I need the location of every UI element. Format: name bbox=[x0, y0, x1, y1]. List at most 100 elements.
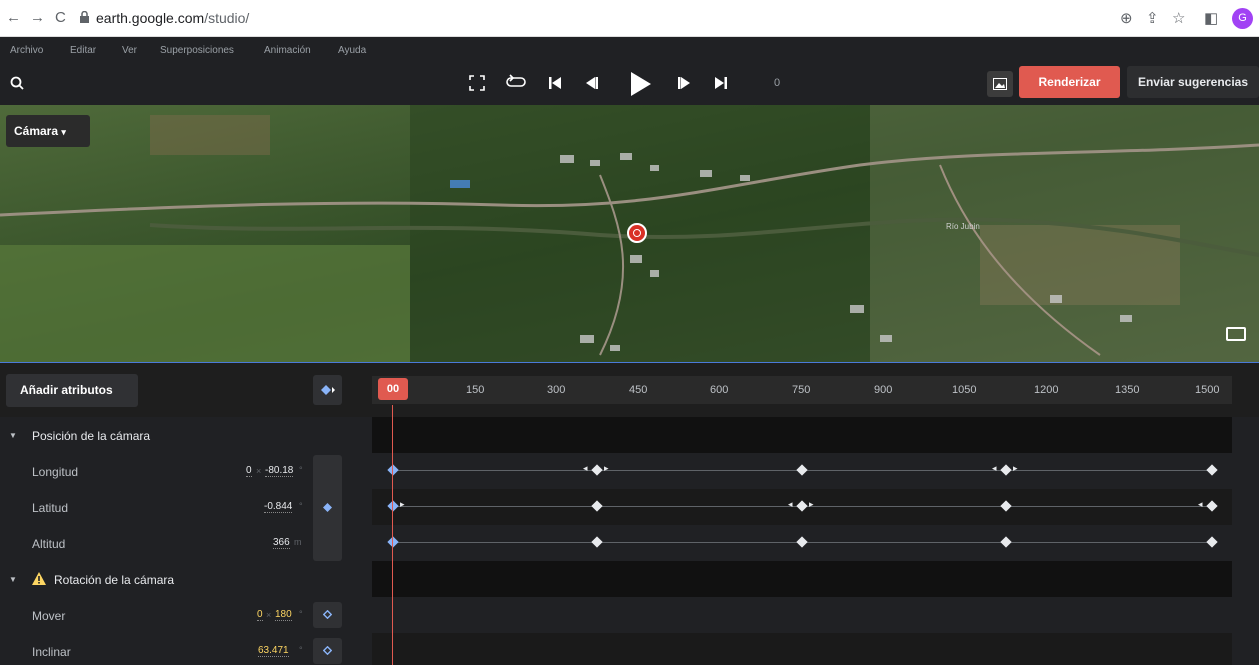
loop-icon[interactable] bbox=[506, 74, 526, 92]
ease-out-icon: ▸ bbox=[1013, 463, 1018, 473]
position-keyframe-button[interactable] bbox=[313, 455, 342, 561]
keyframe[interactable] bbox=[796, 536, 808, 548]
tick-300: 300 bbox=[547, 384, 566, 396]
browser-chrome: ← → C earth.google.com/studio/ ⊕ ⇪ ☆ ◧ G bbox=[0, 0, 1259, 37]
map-viewport[interactable]: Cámara ▾ Río Jubin bbox=[0, 105, 1259, 363]
menu-editar[interactable]: Editar bbox=[70, 45, 96, 56]
keyframe[interactable] bbox=[1206, 464, 1218, 476]
multiply-icon: × bbox=[256, 466, 262, 476]
back-icon[interactable]: ← bbox=[6, 9, 21, 26]
altitude-value[interactable]: 366 bbox=[273, 537, 290, 549]
track-altitude[interactable] bbox=[372, 525, 1232, 561]
pan-keyframe-button[interactable] bbox=[313, 602, 342, 628]
keyframe[interactable] bbox=[591, 464, 603, 476]
search-icon[interactable] bbox=[10, 76, 24, 90]
menu-superposiciones[interactable]: Superposiciones bbox=[160, 45, 234, 56]
skip-start-icon[interactable] bbox=[548, 75, 562, 91]
collapse-caret-icon[interactable]: ▼ bbox=[9, 575, 17, 584]
skip-end-icon[interactable] bbox=[714, 75, 728, 91]
tilt-value[interactable]: 63.471 bbox=[258, 645, 289, 657]
keyframe[interactable] bbox=[1206, 536, 1218, 548]
tick-150: 150 bbox=[466, 384, 485, 396]
latitude-unit: ° bbox=[299, 501, 303, 511]
camera-target-icon[interactable] bbox=[627, 223, 647, 243]
side-panel-icon[interactable]: ◧ bbox=[1204, 9, 1218, 27]
group-camera-rotation[interactable]: ▼ Rotación de la cámara bbox=[0, 561, 372, 597]
keyframe[interactable] bbox=[387, 500, 399, 512]
menu-archivo[interactable]: Archivo bbox=[10, 45, 43, 56]
menu-ayuda[interactable]: Ayuda bbox=[338, 45, 366, 56]
keyframe[interactable] bbox=[1000, 500, 1012, 512]
keyframe[interactable] bbox=[796, 464, 808, 476]
longitude-value[interactable]: -80.18 bbox=[265, 465, 294, 477]
camera-dropdown[interactable]: Cámara ▾ bbox=[6, 115, 90, 147]
track-tilt[interactable] bbox=[372, 633, 1232, 665]
current-frame: 0 bbox=[774, 77, 781, 89]
group-title: Rotación de la cámara bbox=[54, 573, 175, 587]
keyframe[interactable] bbox=[1206, 500, 1218, 512]
keyframe[interactable] bbox=[1000, 464, 1012, 476]
collapse-caret-icon[interactable]: ▼ bbox=[9, 431, 17, 440]
menu-animacion[interactable]: Animación bbox=[264, 45, 311, 56]
ease-out-icon: ▸ bbox=[809, 499, 814, 509]
property-row-pan: Mover 0 × 180 ° bbox=[0, 597, 372, 633]
bookmark-star-icon[interactable]: ☆ bbox=[1172, 9, 1185, 27]
warning-icon bbox=[32, 572, 46, 585]
keyframe-nav-button[interactable] bbox=[313, 375, 342, 405]
track-pan[interactable] bbox=[372, 597, 1232, 633]
tick-750: 750 bbox=[792, 384, 811, 396]
longitude-prefix[interactable]: 0 bbox=[246, 465, 252, 477]
ease-in-icon: ◂ bbox=[788, 499, 793, 509]
keyframe[interactable] bbox=[796, 500, 808, 512]
river-label: Río Jubin bbox=[946, 222, 980, 231]
fullscreen-icon[interactable] bbox=[468, 74, 486, 92]
property-label: Inclinar bbox=[32, 645, 71, 659]
ease-out-icon: ▸ bbox=[604, 463, 609, 473]
play-icon[interactable] bbox=[629, 70, 653, 98]
lock-icon bbox=[80, 11, 89, 23]
latitude-value[interactable]: -0.844 bbox=[264, 501, 293, 513]
property-label: Altitud bbox=[32, 537, 66, 551]
track-group-header bbox=[372, 417, 1232, 453]
keyframe[interactable] bbox=[387, 464, 399, 476]
property-row-tilt: Inclinar 63.471 ° bbox=[0, 633, 372, 665]
add-attributes-button[interactable]: Añadir atributos bbox=[6, 374, 138, 407]
tilt-unit: ° bbox=[299, 645, 303, 655]
render-button[interactable]: Renderizar bbox=[1019, 66, 1120, 98]
keyframe[interactable] bbox=[591, 500, 603, 512]
profile-avatar[interactable]: G bbox=[1232, 8, 1253, 29]
pan-prefix[interactable]: 0 bbox=[257, 609, 263, 621]
track-latitude[interactable]: ▸ ◂ ▸ ◂ bbox=[372, 489, 1232, 525]
aspect-ratio-icon[interactable] bbox=[1226, 327, 1246, 341]
step-back-icon[interactable] bbox=[585, 75, 599, 91]
reload-icon[interactable]: C bbox=[55, 9, 66, 26]
pan-value[interactable]: 180 bbox=[275, 609, 292, 621]
ease-out-icon: ▸ bbox=[400, 499, 405, 509]
keyframe[interactable] bbox=[591, 536, 603, 548]
track-longitude[interactable]: ◂ ▸ ◂ ▸ bbox=[372, 453, 1232, 489]
share-icon[interactable]: ⇪ bbox=[1146, 9, 1159, 27]
keyframe[interactable] bbox=[1000, 536, 1012, 548]
keyframe-diamond-outline-icon bbox=[323, 610, 332, 619]
keyframe[interactable] bbox=[387, 536, 399, 548]
longitude-unit: ° bbox=[299, 465, 303, 475]
playhead-line[interactable] bbox=[392, 405, 393, 665]
group-camera-position[interactable]: ▼ Posición de la cámara bbox=[0, 417, 372, 453]
tilt-keyframe-button[interactable] bbox=[313, 638, 342, 664]
install-icon[interactable]: ⊕ bbox=[1120, 9, 1133, 27]
address-bar[interactable]: earth.google.com/studio/ bbox=[96, 10, 249, 26]
menu-ver[interactable]: Ver bbox=[122, 45, 137, 56]
keyframe-tracks[interactable]: ◂ ▸ ◂ ▸ ▸ ◂ ▸ ◂ bbox=[372, 417, 1232, 665]
tick-600: 600 bbox=[710, 384, 729, 396]
property-label: Longitud bbox=[32, 465, 79, 479]
image-icon bbox=[993, 78, 1007, 90]
timeline-scroll-area[interactable] bbox=[1232, 417, 1259, 665]
playhead-badge[interactable]: 00 bbox=[378, 378, 408, 400]
tick-1050: 1050 bbox=[952, 384, 977, 396]
step-forward-icon[interactable] bbox=[677, 75, 691, 91]
image-button[interactable] bbox=[987, 71, 1013, 97]
ease-in-icon: ◂ bbox=[992, 463, 997, 473]
track-group-header bbox=[372, 561, 1232, 597]
send-feedback-button[interactable]: Enviar sugerencias bbox=[1127, 66, 1259, 98]
forward-icon[interactable]: → bbox=[30, 9, 45, 26]
